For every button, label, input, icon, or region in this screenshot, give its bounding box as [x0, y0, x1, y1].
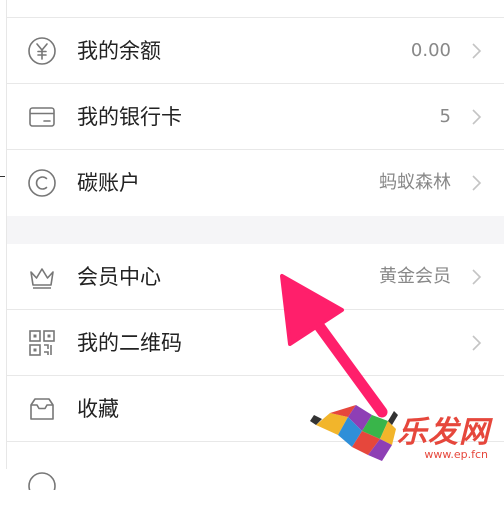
carbon-icon — [27, 168, 57, 198]
menu-item-qr-code[interactable]: 我的二维码 — [7, 310, 504, 376]
partial-row-top — [7, 0, 504, 18]
chevron-right-icon — [467, 108, 485, 126]
partial-row-bottom[interactable] — [7, 442, 504, 508]
chevron-right-icon — [467, 174, 485, 192]
qr-code-icon — [27, 328, 57, 358]
partial-circle-icon — [27, 460, 57, 490]
menu-item-label: 收藏 — [77, 397, 119, 421]
account-page: 我的余额 0.00 我的银行卡 5 碳账户 蚂蚁森林 会员中心 黄金会员 我的二… — [6, 0, 504, 508]
menu-item-favorites[interactable]: 收藏 — [7, 376, 504, 442]
chevron-right-icon — [467, 268, 485, 286]
card-icon — [27, 102, 57, 132]
menu-item-carbon-account[interactable]: 碳账户 蚂蚁森林 — [7, 150, 504, 216]
menu-item-label: 我的余额 — [77, 39, 161, 63]
menu-item-value: 蚂蚁森林 — [379, 172, 451, 193]
section-divider — [7, 216, 504, 244]
yen-icon — [27, 36, 57, 66]
edge-tick-mark — [0, 176, 5, 177]
menu-item-label: 会员中心 — [77, 265, 161, 289]
chevron-right-icon — [467, 42, 485, 60]
crown-icon — [27, 262, 57, 292]
menu-item-value: 5 — [439, 106, 451, 127]
menu-item-bank-card[interactable]: 我的银行卡 5 — [7, 84, 504, 150]
menu-item-value: 黄金会员 — [379, 266, 451, 287]
menu-item-member-center[interactable]: 会员中心 黄金会员 — [7, 244, 504, 310]
account-group: 我的余额 0.00 我的银行卡 5 碳账户 蚂蚁森林 — [7, 0, 504, 216]
menu-item-label: 我的二维码 — [77, 331, 182, 355]
favorites-box-icon — [27, 394, 57, 424]
menu-item-balance[interactable]: 我的余额 0.00 — [7, 18, 504, 84]
menu-item-value: 0.00 — [410, 40, 451, 61]
member-group: 会员中心 黄金会员 我的二维码 收藏 — [7, 244, 504, 508]
chevron-right-icon — [467, 334, 485, 352]
menu-item-label: 碳账户 — [77, 171, 140, 195]
menu-item-label: 我的银行卡 — [77, 105, 182, 129]
